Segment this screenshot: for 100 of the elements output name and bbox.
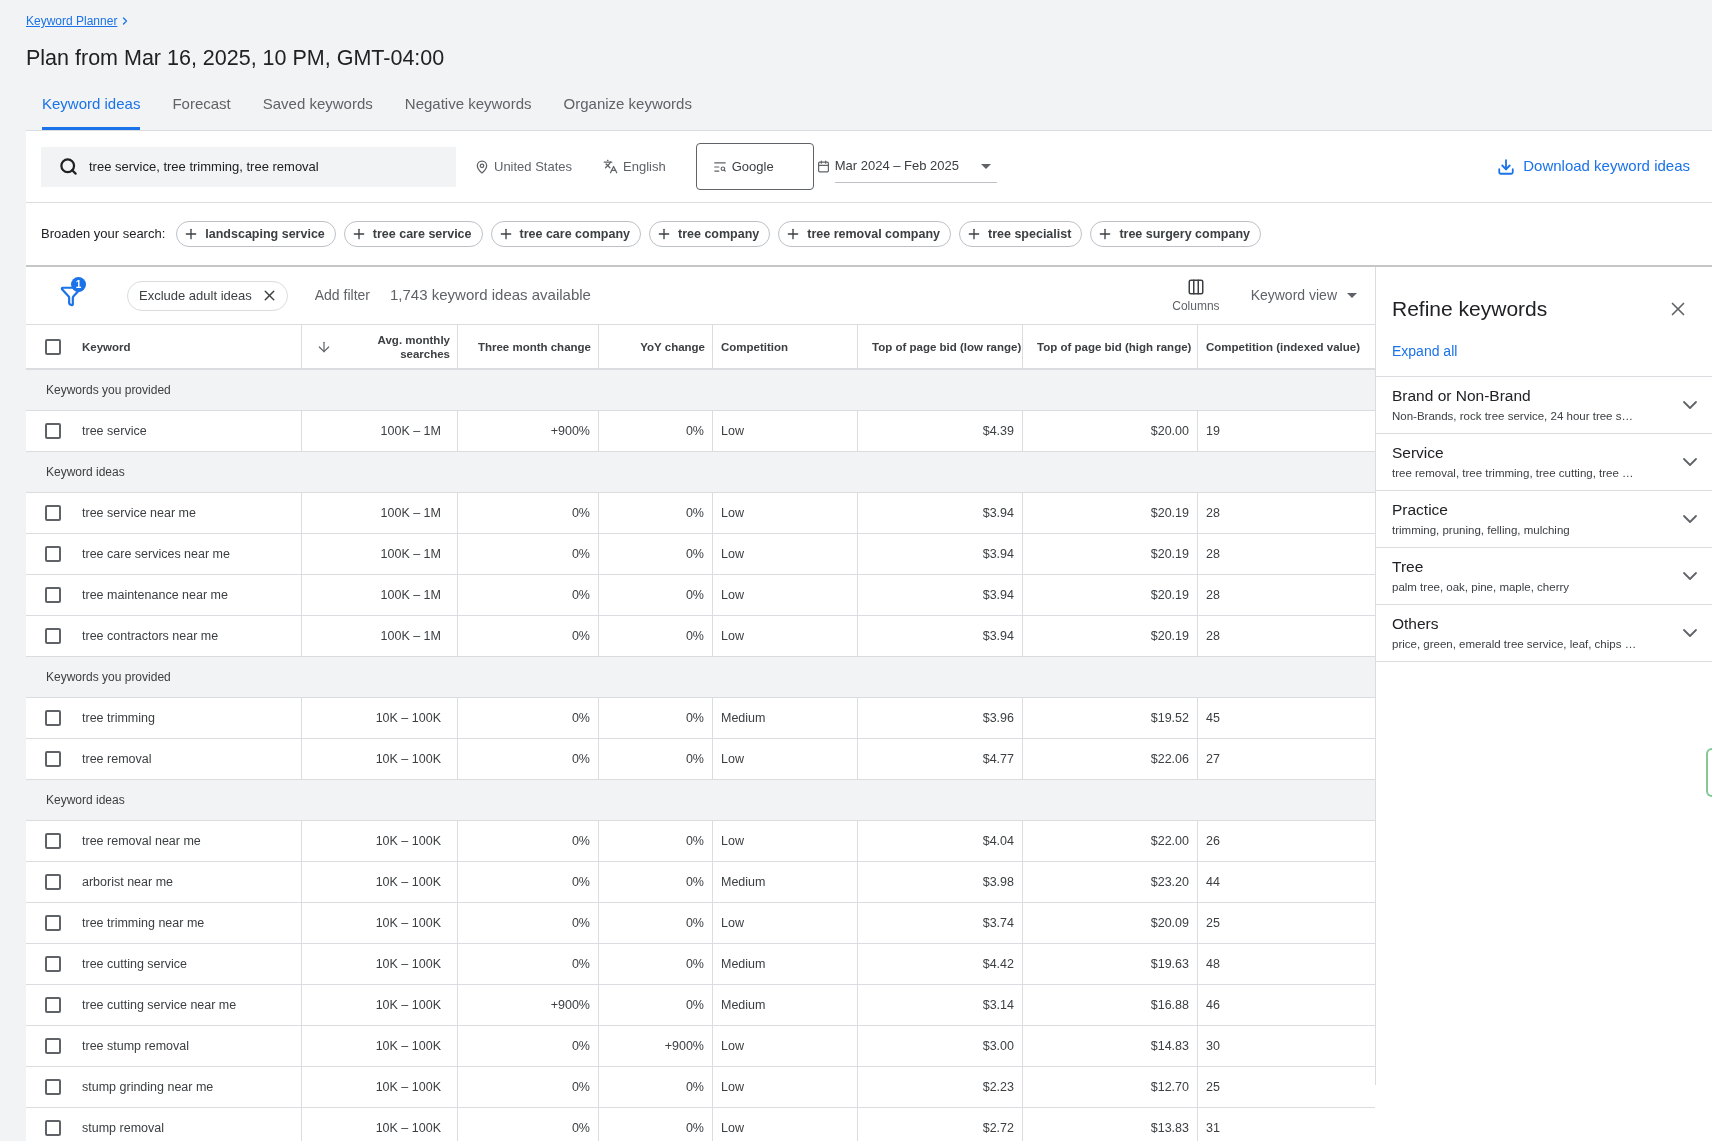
table-cell: 10K – 100K xyxy=(301,698,457,738)
table-cell: $16.88 xyxy=(1022,985,1197,1025)
row-checkbox[interactable] xyxy=(45,751,61,767)
table-cell: 0% xyxy=(457,903,598,943)
table-cell-text: tree cutting service xyxy=(82,955,187,973)
row-checkbox[interactable] xyxy=(45,833,61,849)
table-cell: $14.83 xyxy=(1022,1026,1197,1066)
search-field[interactable]: tree service, tree trimming, tree removal xyxy=(41,146,456,187)
row-checkbox[interactable] xyxy=(45,1120,61,1136)
table-cell: 0% xyxy=(598,575,712,615)
language-selector[interactable]: English xyxy=(603,156,666,177)
table-cell: $3.00 xyxy=(857,1026,1022,1066)
columns-button[interactable]: Columns xyxy=(1172,278,1220,313)
table-cell: $19.63 xyxy=(1022,944,1197,984)
table-cell: 0% xyxy=(598,944,712,984)
table-cell: 0% xyxy=(598,1108,712,1141)
refine-section[interactable]: Brand or Non-Brand Non-Brands, rock tree service, 24 hour tree s… xyxy=(1376,377,1712,434)
refine-section[interactable]: Service tree removal, tree trimming, tree cutting, tree … xyxy=(1376,434,1712,491)
breadcrumb-link[interactable]: Keyword Planner xyxy=(26,13,118,29)
table-cell: $3.94 xyxy=(857,534,1022,574)
table-cell: 0% xyxy=(598,821,712,861)
section-title: Service xyxy=(1392,443,1445,463)
section-title: Practice xyxy=(1392,500,1449,520)
column-header[interactable]: Three month change xyxy=(477,339,591,354)
tab[interactable]: Negative keywords xyxy=(388,84,548,130)
table-cell: Low xyxy=(712,821,857,861)
row-checkbox[interactable] xyxy=(45,1079,61,1095)
row-checkbox[interactable] xyxy=(45,710,61,726)
table-cell-text: tree removal near me xyxy=(82,832,201,850)
row-checkbox[interactable] xyxy=(45,874,61,890)
table-cell: +900% xyxy=(457,411,598,451)
section-summary: tree removal, tree trimming, tree cutting, tree … xyxy=(1392,466,1634,481)
table-cell-text: tree care services near me xyxy=(82,545,230,563)
table-cell: 10K – 100K xyxy=(301,944,457,984)
section-summary: palm tree, oak, pine, maple, cherry xyxy=(1392,580,1570,595)
table-cell: 0% xyxy=(598,903,712,943)
view-dropdown[interactable]: Keyword view xyxy=(1250,285,1357,306)
row-checkbox[interactable] xyxy=(45,505,61,521)
row-checkbox[interactable] xyxy=(45,997,61,1013)
table-cell: 0% xyxy=(598,411,712,451)
column-header[interactable]: Top of page bid (low range) xyxy=(872,339,1022,354)
date-range-selector[interactable]: Mar 2024 – Feb 2025 xyxy=(816,150,997,183)
row-checkbox[interactable] xyxy=(45,628,61,644)
table-cell: Low xyxy=(712,1026,857,1066)
table-cell: 0% xyxy=(457,862,598,902)
table-cell: 0% xyxy=(457,698,598,738)
table-cell: 0% xyxy=(598,985,712,1025)
refine-section[interactable]: Practice trimming, pruning, felling, mulching xyxy=(1376,491,1712,548)
row-checkbox[interactable] xyxy=(45,1038,61,1054)
select-all-checkbox[interactable] xyxy=(45,338,61,355)
column-header[interactable]: Competition (indexed value) xyxy=(1206,339,1360,354)
table-cell: 10K – 100K xyxy=(301,862,457,902)
add-filter-button[interactable]: Add filter xyxy=(314,285,370,306)
table-group-header: Keyword ideas xyxy=(26,452,1375,493)
table-cell: 0% xyxy=(457,821,598,861)
table-cell: $3.94 xyxy=(857,493,1022,533)
table-cell: Medium xyxy=(712,985,857,1025)
table-cell: $20.00 xyxy=(1022,411,1197,451)
table-cell: 0% xyxy=(457,944,598,984)
table-cell-text: tree trimming xyxy=(82,709,155,727)
table-cell: Low xyxy=(712,575,857,615)
network-selector[interactable]: Google xyxy=(695,143,814,190)
table-cell: 0% xyxy=(457,1108,598,1141)
result-count: 1,743 keyword ideas available xyxy=(390,285,591,306)
table-cell: 100K – 1M xyxy=(301,534,457,574)
location-selector[interactable]: United States xyxy=(475,156,573,177)
row-checkbox[interactable] xyxy=(45,546,61,562)
row-checkbox[interactable] xyxy=(45,915,61,931)
column-header[interactable]: Top of page bid (high range) xyxy=(1037,339,1192,354)
table-cell: 10K – 100K xyxy=(301,1108,457,1141)
row-checkbox[interactable] xyxy=(45,587,61,603)
column-header[interactable]: YoY change xyxy=(640,339,705,354)
table-cell: 100K – 1M xyxy=(301,575,457,615)
table-cell: $12.70 xyxy=(1022,1067,1197,1107)
table-cell: Low xyxy=(712,739,857,779)
table-cell: $3.94 xyxy=(857,616,1022,656)
download-button[interactable]: Download keyword ideas xyxy=(1497,155,1690,178)
table-cell: 0% xyxy=(598,1067,712,1107)
row-checkbox[interactable] xyxy=(45,423,61,439)
refine-section[interactable]: Others price, green, emerald tree service, leaf, chips … xyxy=(1376,605,1712,662)
panel-title: Refine keywords xyxy=(1392,296,1548,322)
table-cell: 0% xyxy=(598,493,712,533)
table-cell: Low xyxy=(712,534,857,574)
row-checkbox[interactable] xyxy=(45,956,61,972)
table-cell: $20.19 xyxy=(1022,575,1197,615)
column-header[interactable]: Competition xyxy=(721,339,789,354)
column-header[interactable]: Keyword xyxy=(82,339,131,354)
page-title: Plan from Mar 16, 2025, 10 PM, GMT-04:00 xyxy=(26,45,446,72)
expand-all-link[interactable]: Expand all xyxy=(1392,343,1458,359)
tab[interactable]: Saved keywords xyxy=(246,84,389,130)
table-cell-text: stump removal xyxy=(82,1119,164,1137)
table-cell: 31 xyxy=(1197,1108,1375,1141)
tab[interactable]: Organize keywords xyxy=(547,84,708,130)
section-title: Others xyxy=(1392,614,1440,634)
table-cell: 100K – 1M xyxy=(301,411,457,451)
table-cell: Low xyxy=(712,411,857,451)
table-cell-text: tree maintenance near me xyxy=(82,586,228,604)
refine-section[interactable]: Tree palm tree, oak, pine, maple, cherry xyxy=(1376,548,1712,605)
tab[interactable]: Forecast xyxy=(156,84,247,130)
column-header[interactable]: Avg. monthly searches xyxy=(362,332,450,361)
